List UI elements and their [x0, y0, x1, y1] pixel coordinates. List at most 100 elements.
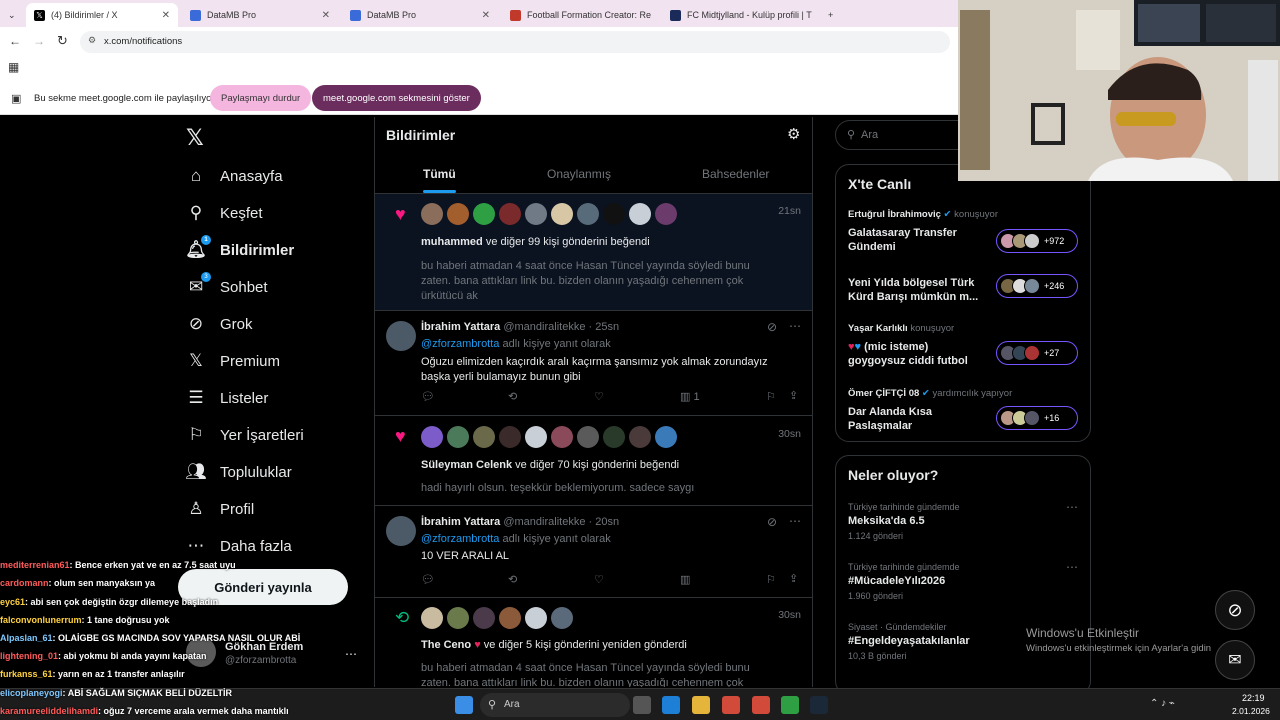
more-icon[interactable]: ⋯ [789, 319, 801, 333]
notification-like[interactable]: ♥ 30sn Süleyman Celenk ve diğer 70 kişi … [375, 417, 812, 506]
site-info-icon[interactable]: ⚙ [88, 35, 96, 46]
avatar[interactable] [447, 426, 469, 448]
avatar[interactable] [386, 516, 416, 546]
browser-tab-x[interactable]: 𝕏 (4) Bildirimler / X ✕ [26, 3, 178, 27]
apps-grid-icon[interactable]: ▦ [8, 60, 19, 74]
edge-icon[interactable] [662, 696, 680, 714]
reply-icon[interactable]: 💬︎ [421, 573, 435, 586]
app-icon[interactable] [781, 696, 799, 714]
live-space-item[interactable]: Ertuğrul İbrahimoviç ✔ konuşuyor Galatas… [848, 209, 1088, 259]
notification-repost[interactable]: ⟲ 30sn The Ceno ♥ ve diğer 5 kişi gönder… [375, 599, 812, 687]
steam-icon[interactable] [810, 696, 828, 714]
reply-to-handle[interactable]: @zforzambrotta [421, 338, 499, 350]
close-icon[interactable]: ✕ [162, 10, 170, 21]
author-name[interactable]: İbrahim Yattara [421, 516, 500, 528]
avatar[interactable] [421, 607, 443, 629]
repost-icon[interactable]: ⟲ [508, 573, 517, 586]
file-explorer-icon[interactable] [692, 696, 710, 714]
nav-item-grok[interactable]: ⊘ Grok [186, 314, 253, 334]
avatar[interactable] [386, 321, 416, 351]
notification-reply[interactable]: İbrahim Yattara @mandiralitekke · 20sn ⊘… [375, 507, 812, 598]
grok-icon[interactable]: ⊘ [767, 320, 777, 334]
avatar[interactable] [499, 426, 521, 448]
tab-all[interactable]: Tümü [423, 167, 456, 193]
avatar[interactable] [577, 426, 599, 448]
nav-item-explore[interactable]: ⚲ Keşfet [186, 203, 263, 223]
avatar[interactable] [551, 607, 573, 629]
trend-item[interactable]: Siyaset · Gündemdekiler #Engeldeyaşatakı… [848, 622, 970, 661]
reload-icon[interactable]: ↻ [57, 33, 68, 49]
avatar[interactable] [499, 203, 521, 225]
close-icon[interactable]: ✕ [482, 10, 490, 21]
settings-gear-icon[interactable]: ⚙ [787, 125, 800, 143]
start-menu-icon[interactable] [455, 696, 473, 714]
avatar[interactable] [525, 607, 547, 629]
browser-tab-datamb-1[interactable]: DataMB Pro ✕ [182, 3, 338, 27]
close-icon[interactable]: ✕ [657, 10, 658, 21]
repost-icon[interactable]: ⟲ [508, 390, 517, 403]
nav-item-premium[interactable]: 𝕏 Premium [186, 351, 280, 371]
tab-mentions[interactable]: Bahsedenler [702, 167, 769, 181]
more-icon[interactable]: ⋯ [789, 514, 801, 528]
reply-icon[interactable]: 💬︎ [421, 390, 435, 403]
stop-sharing-button[interactable]: Paylaşmayı durdur [210, 85, 312, 111]
share-icon[interactable]: ⇪ [789, 389, 798, 402]
browser-tab-transfermarkt[interactable]: FC Midtjylland - Kulüp profili | T ✕ [662, 3, 818, 27]
actor-name[interactable]: muhammed [421, 236, 483, 248]
avatar[interactable] [473, 203, 495, 225]
notification-like[interactable]: ♥ 21sn muhammed ve diğer 99 kişi gönderi… [375, 194, 812, 311]
messages-fab-icon[interactable]: ✉ [1215, 640, 1255, 680]
bookmark-icon[interactable]: ⚐ [766, 573, 776, 586]
avatar[interactable] [525, 426, 547, 448]
avatar[interactable] [603, 203, 625, 225]
forward-icon[interactable]: → [33, 34, 45, 48]
nav-item-bookmarks[interactable]: ⚐ Yer İşaretleri [186, 425, 303, 445]
trend-more-icon[interactable]: ⋯ [1066, 500, 1078, 514]
tab-verified[interactable]: Onaylanmış [547, 167, 611, 181]
tray-icons[interactable]: ⌃ ♪ ⌁ [1150, 698, 1175, 709]
grok-icon[interactable]: ⊘ [767, 515, 777, 529]
reply-to-handle[interactable]: @zforzambrotta [421, 533, 499, 545]
nav-item-communities[interactable]: 👥︎ Topluluklar [185, 462, 292, 482]
browser-tab-datamb-2[interactable]: DataMB Pro ✕ [342, 3, 498, 27]
nav-item-more[interactable]: ⋯ Daha fazla [186, 536, 292, 556]
avatar[interactable] [551, 426, 573, 448]
avatar[interactable] [499, 607, 521, 629]
avatar[interactable] [421, 203, 443, 225]
bookmark-icon[interactable]: ⚐ [766, 390, 776, 403]
avatar[interactable] [655, 203, 677, 225]
x-logo-icon[interactable]: 𝕏 [186, 125, 204, 151]
show-meet-tab-button[interactable]: meet.google.com sekmesini göster [312, 85, 481, 111]
views-icon[interactable]: ▥ [680, 573, 690, 586]
taskbar-search[interactable]: ⚲ Ara [480, 693, 630, 717]
url-field[interactable]: ⚙ x.com/notifications [80, 31, 950, 53]
notification-reply[interactable]: İbrahim Yattara @mandiralitekke · 25sn ⊘… [375, 312, 812, 416]
close-icon[interactable]: ✕ [322, 10, 330, 21]
trend-item[interactable]: Türkiye tarihinde gündemde #MücadeleYılı… [848, 562, 960, 601]
avatar[interactable] [447, 607, 469, 629]
browser-tab-formation[interactable]: Football Formation Creator: Re ✕ [502, 3, 658, 27]
avatar[interactable] [655, 426, 677, 448]
live-space-item[interactable]: Yeni Yılda bölgesel Türk Kürd Barışı müm… [848, 274, 1088, 316]
avatar[interactable] [473, 607, 495, 629]
avatar[interactable] [577, 203, 599, 225]
tab-list-button[interactable]: ⌄ [4, 3, 24, 27]
like-icon[interactable]: ♡ [594, 573, 604, 586]
nav-item-home[interactable]: ⌂ Anasayfa [186, 166, 283, 186]
avatar[interactable] [629, 426, 651, 448]
author-name[interactable]: İbrahim Yattara [421, 321, 500, 333]
avatar[interactable] [525, 203, 547, 225]
nav-item-chat[interactable]: ✉ 3 Sohbet [186, 272, 268, 297]
avatar[interactable] [421, 426, 443, 448]
chrome-icon[interactable] [722, 696, 740, 714]
avatar[interactable] [447, 203, 469, 225]
avatar[interactable] [629, 203, 651, 225]
share-icon[interactable]: ⇪ [789, 572, 798, 585]
live-space-item[interactable]: Yaşar Karlıklı konuşuyor ♥♥ (mic isteme)… [848, 323, 1088, 373]
actor-name[interactable]: Süleyman Celenk [421, 459, 512, 471]
avatar[interactable] [551, 203, 573, 225]
nav-item-profile[interactable]: ♙ Profil [186, 499, 254, 519]
actor-name[interactable]: The Ceno [421, 639, 471, 651]
back-icon[interactable]: ← [9, 34, 21, 48]
new-tab-button[interactable]: + [820, 3, 840, 27]
